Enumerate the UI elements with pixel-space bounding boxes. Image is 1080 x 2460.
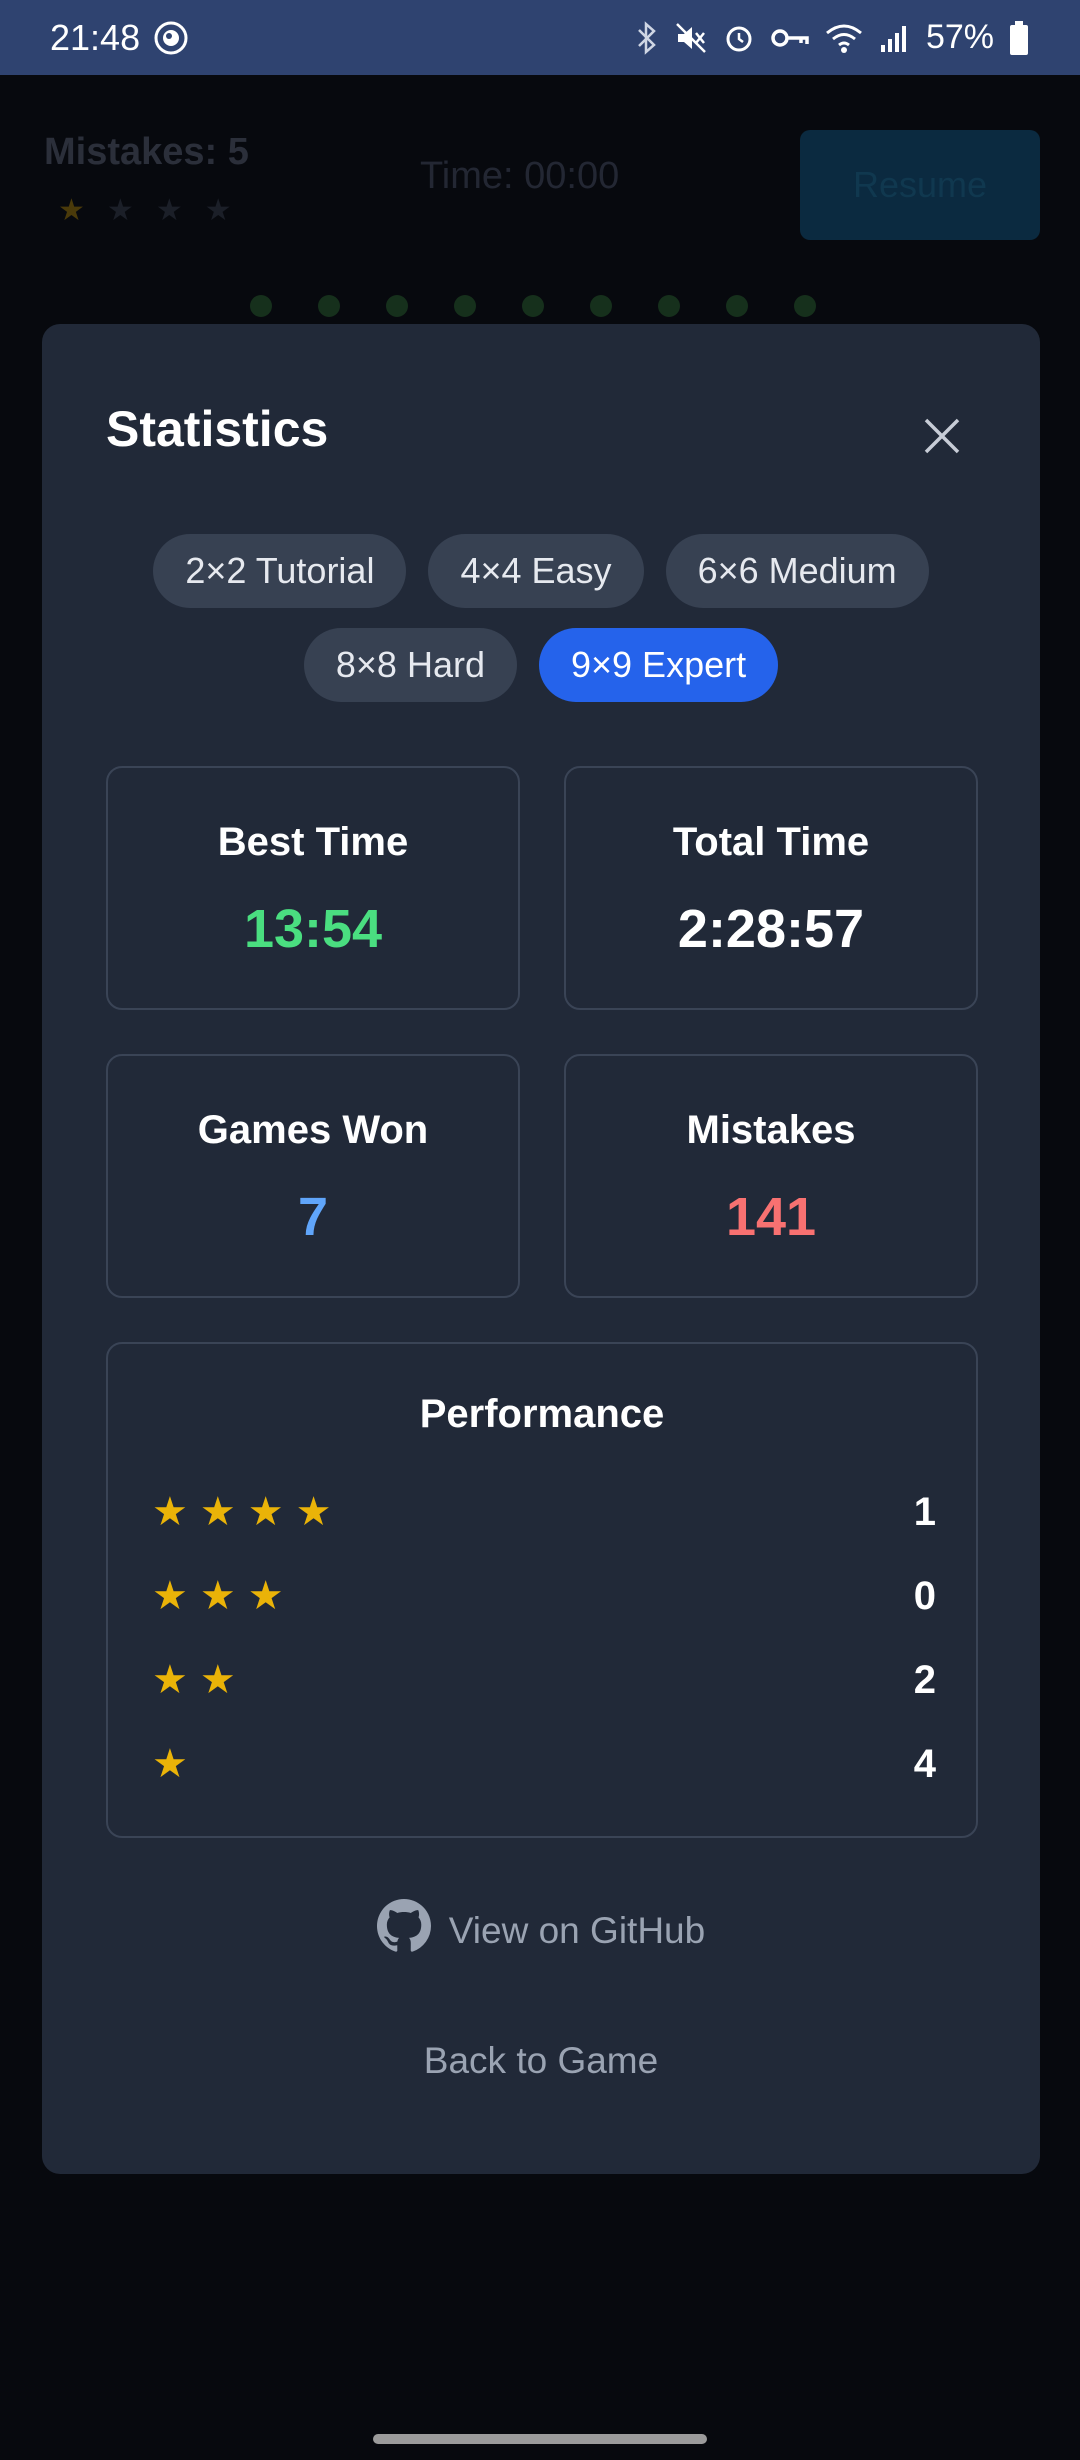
battery-icon <box>1008 20 1030 56</box>
star-icon: ★ <box>152 1658 188 1702</box>
star-icon: ★ <box>155 194 183 227</box>
best-time-value: 13:54 <box>243 899 383 959</box>
tab-2x2-tutorial[interactable]: 2×2 Tutorial <box>153 534 407 608</box>
star-icon: ★ <box>199 1574 236 1618</box>
two-star-rating: ★ ★ <box>152 1657 236 1703</box>
background-stars: ★ ★ ★ ★ <box>58 193 232 228</box>
performance-row-1-star: ★ 4 <box>152 1734 936 1794</box>
battery-percentage: 57% <box>925 18 994 56</box>
status-bar: 21:48 57% <box>0 0 1080 75</box>
games-won-label: Games Won <box>197 1108 429 1152</box>
difficulty-tabs-row-2: 8×8 Hard 9×9 Expert <box>42 628 1040 702</box>
mute-icon <box>674 21 708 55</box>
performance-count: 0 <box>913 1573 936 1618</box>
star-icon: ★ <box>199 1490 236 1534</box>
modal-title: Statistics <box>106 401 329 457</box>
four-star-rating: ★ ★ ★ ★ <box>152 1489 331 1535</box>
best-time-card: Best Time 13:54 <box>106 766 520 1010</box>
github-link-label: View on GitHub <box>448 1909 706 1951</box>
star-icon: ★ <box>152 1574 188 1618</box>
one-star-rating: ★ <box>152 1741 188 1787</box>
mistakes-card: Mistakes 141 <box>564 1054 978 1298</box>
view-on-github-link[interactable]: View on GitHub <box>42 1899 1040 1962</box>
star-icon: ★ <box>295 1490 332 1534</box>
duckduckgo-icon <box>154 21 188 55</box>
three-star-rating: ★ ★ ★ <box>152 1573 284 1619</box>
close-button[interactable] <box>912 408 972 468</box>
difficulty-tabs-row-1: 2×2 Tutorial 4×4 Easy 6×6 Medium <box>42 534 1040 608</box>
star-icon: ★ <box>247 1490 284 1534</box>
star-icon: ★ <box>247 1574 284 1618</box>
performance-row-3-stars: ★ ★ ★ 0 <box>152 1566 936 1626</box>
performance-title: Performance <box>419 1392 665 1436</box>
performance-count: 2 <box>913 1657 936 1702</box>
wifi-icon <box>824 21 864 55</box>
github-icon <box>376 1899 431 1962</box>
tab-8x8-hard[interactable]: 8×8 Hard <box>303 628 517 702</box>
alarm-icon <box>722 21 756 55</box>
tab-4x4-easy[interactable]: 4×4 Easy <box>428 534 644 608</box>
mistakes-value: 141 <box>725 1187 817 1247</box>
background-resume-button: Resume <box>800 130 1040 240</box>
star-icon: ★ <box>204 194 232 227</box>
games-won-value: 7 <box>297 1187 329 1247</box>
total-time-value: 2:28:57 <box>677 899 865 959</box>
performance-count: 1 <box>913 1489 936 1534</box>
vpn-key-icon <box>770 21 810 55</box>
bluetooth-icon <box>634 20 660 55</box>
star-icon: ★ <box>152 1742 188 1786</box>
total-time-label: Total Time <box>672 820 870 864</box>
star-icon: ★ <box>152 1490 188 1534</box>
home-indicator[interactable] <box>373 2434 707 2444</box>
mistakes-label: Mistakes <box>686 1108 856 1152</box>
background-timer: Time: 00:00 <box>420 155 620 197</box>
performance-row-2-stars: ★ ★ 2 <box>152 1650 936 1710</box>
tab-9x9-expert[interactable]: 9×9 Expert <box>538 628 779 702</box>
star-icon: ★ <box>199 1658 236 1702</box>
background-mistakes: Mistakes: 5 <box>44 131 249 173</box>
close-icon <box>922 416 962 461</box>
games-won-card: Games Won 7 <box>106 1054 520 1298</box>
total-time-card: Total Time 2:28:57 <box>564 766 978 1010</box>
best-time-label: Best Time <box>217 820 409 864</box>
performance-card: Performance ★ ★ ★ ★ 1 ★ ★ ★ 0 ★ ★ 2 ★ 4 <box>106 1342 978 1838</box>
background-board-dots <box>250 295 816 317</box>
status-time: 21:48 <box>50 16 141 58</box>
tab-6x6-medium[interactable]: 6×6 Medium <box>665 534 929 608</box>
back-to-game-button[interactable]: Back to Game <box>42 2040 1040 2082</box>
star-icon: ★ <box>58 194 85 227</box>
statistics-modal: Statistics 2×2 Tutorial 4×4 Easy 6×6 Med… <box>42 324 1040 2174</box>
star-icon: ★ <box>106 194 134 227</box>
performance-row-4-stars: ★ ★ ★ ★ 1 <box>152 1482 936 1542</box>
signal-icon <box>878 21 912 55</box>
performance-count: 4 <box>913 1741 936 1786</box>
